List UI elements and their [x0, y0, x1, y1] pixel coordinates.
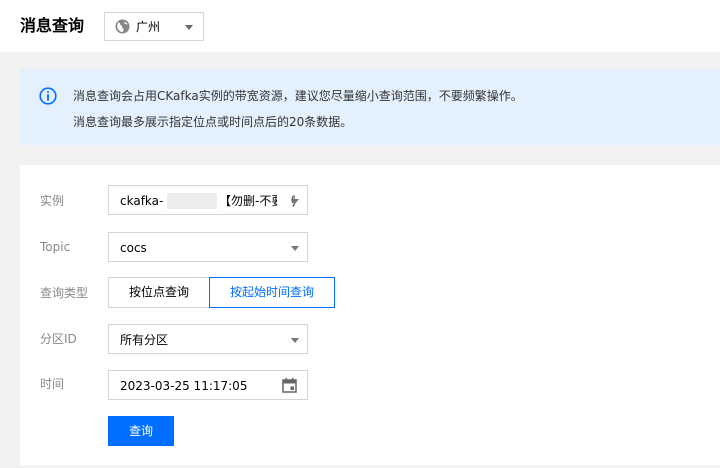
chevron-down-icon	[291, 246, 299, 251]
query-type-label: 查询类型	[40, 286, 89, 300]
partition-select[interactable]: 所有分区	[108, 324, 308, 354]
query-by-start-time-button[interactable]: 按起始时间查询	[209, 277, 335, 308]
topic-value: cocs	[120, 241, 147, 255]
query-by-offset-button[interactable]: 按位点查询	[108, 277, 210, 308]
calendar-icon[interactable]	[282, 378, 297, 393]
globe-icon	[115, 19, 130, 34]
partition-value: 所有分区	[120, 333, 169, 347]
instance-select[interactable]: ckafka- 【勿删-不要删	[108, 185, 308, 215]
page-header: 消息查询 广州	[0, 0, 720, 52]
notice-text-limit: 消息查询最多展示指定位点或时间点后的20条数据。	[73, 115, 353, 129]
time-label: 时间	[40, 377, 65, 391]
info-icon	[39, 87, 57, 105]
region-value: 广州	[136, 20, 161, 34]
region-select[interactable]: 广州	[104, 12, 204, 41]
info-notice: 消息查询会占用CKafka实例的带宽资源，建议您尽量缩小查询范围，不要频繁操作。…	[20, 69, 720, 145]
topic-select[interactable]: cocs	[108, 232, 308, 262]
notice-text-bandwidth: 消息查询会占用CKafka实例的带宽资源，建议您尽量缩小查询范围，不要频繁操作。	[73, 89, 523, 103]
time-value: 2023-03-25 11:17:05	[120, 379, 248, 393]
query-form-card: 实例 ckafka- 【勿删-不要删 Topic cocs 查询类型 按位点查询…	[20, 165, 720, 465]
topic-label: Topic	[40, 240, 71, 254]
redacted-instance-id	[167, 193, 217, 209]
instance-value-prefix: ckafka-	[120, 194, 164, 208]
page-title: 消息查询	[20, 16, 85, 35]
query-button[interactable]: 查询	[108, 416, 174, 446]
chevron-down-icon	[291, 199, 299, 204]
instance-label: 实例	[40, 194, 65, 208]
time-picker[interactable]: 2023-03-25 11:17:05	[108, 370, 308, 400]
chevron-down-icon	[291, 338, 299, 343]
chevron-down-icon	[185, 25, 193, 30]
partition-label: 分区ID	[40, 332, 77, 346]
